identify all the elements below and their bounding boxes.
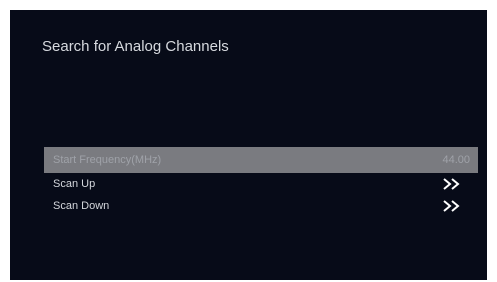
double-chevron-right-icon [443,178,460,190]
page-title: Search for Analog Channels [42,38,229,55]
scan-up-label: Scan Up [53,178,96,190]
tv-menu-screen: Search for Analog Channels Start Frequen… [10,10,487,280]
scan-down-label: Scan Down [53,200,110,212]
scan-up-item[interactable]: Scan Up [44,173,478,195]
start-frequency-value: 44.00 [442,154,470,166]
scan-options-list: Start Frequency(MHz) 44.00 Scan Up Scan … [44,147,478,217]
double-chevron-right-icon [443,200,460,212]
start-frequency-label: Start Frequency(MHz) [53,154,162,166]
start-frequency-item[interactable]: Start Frequency(MHz) 44.00 [44,147,478,173]
scan-down-item[interactable]: Scan Down [44,195,478,217]
